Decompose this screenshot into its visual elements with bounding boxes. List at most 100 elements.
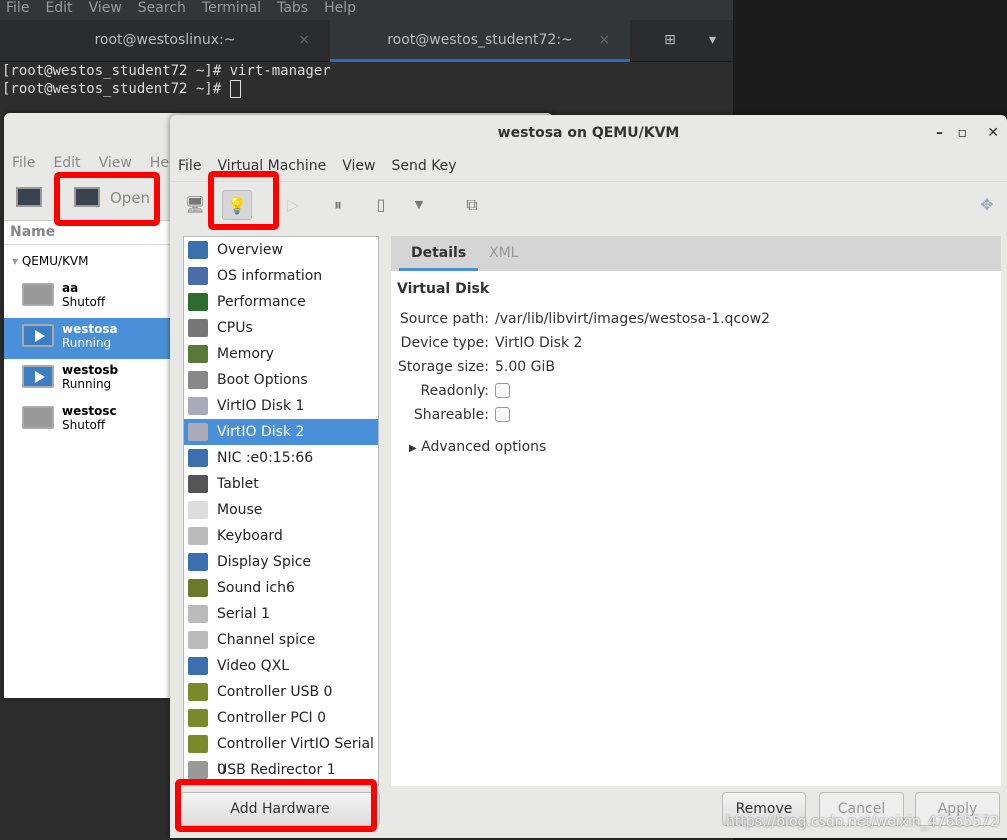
menu-view[interactable]: View xyxy=(89,0,122,20)
power-icon[interactable]: ▯ xyxy=(366,190,396,220)
cursor xyxy=(229,80,241,98)
hardware-item[interactable]: CPUs xyxy=(184,315,378,341)
terminal-line: [root@westos_student72 ~]# virt-manager xyxy=(2,63,331,79)
menu-send-key[interactable]: Send Key xyxy=(391,151,456,181)
hardware-label: Controller PCI 0 xyxy=(217,710,327,726)
chevron-down-icon[interactable]: ▾ xyxy=(700,20,725,62)
menu-file[interactable]: File xyxy=(12,149,35,177)
field-label: Shareable: xyxy=(413,407,489,423)
storage-size-row: Storage size: 5.00 GiB xyxy=(397,355,995,379)
hardware-icon xyxy=(188,397,208,415)
hardware-item[interactable]: OS information xyxy=(184,263,378,289)
hardware-label: Boot Options xyxy=(217,372,308,388)
hardware-item[interactable]: Display Spice xyxy=(184,549,378,575)
hardware-item[interactable]: Video QXL xyxy=(184,653,378,679)
terminal-tabbar: root@westoslinux:~ × root@westos_student7… xyxy=(0,20,733,62)
hardware-item[interactable]: Controller PCI 0 xyxy=(184,705,378,731)
hardware-icon xyxy=(188,553,208,571)
hardware-icon xyxy=(188,293,208,311)
new-tab-icon[interactable]: ⊞ xyxy=(655,20,685,62)
advanced-options-expander[interactable]: ▶ Advanced options xyxy=(397,439,995,455)
fullscreen-icon[interactable]: ✥ xyxy=(972,190,1002,220)
hardware-label: Display Spice xyxy=(217,554,312,570)
highlight-box xyxy=(175,779,377,832)
terminal-output[interactable]: [root@westos_student72 ~]# virt-manager [… xyxy=(2,62,331,98)
hardware-icon xyxy=(188,449,208,467)
title-bar[interactable]: westosa on QEMU/KVM – ▫ ✕ xyxy=(170,115,1007,151)
menu-help[interactable]: Help xyxy=(324,0,356,20)
hardware-item[interactable]: VirtIO Disk 1 xyxy=(184,393,378,419)
terminal-prompt: [root@westos_student72 ~]# xyxy=(2,81,230,97)
hardware-label: OS information xyxy=(217,268,323,284)
vm-menubar: File Virtual Machine View Send Key xyxy=(170,151,1007,181)
tab-westoslinux[interactable]: root@westoslinux:~ × xyxy=(0,20,330,62)
tab-label: root@westoslinux:~ xyxy=(94,32,236,48)
maximize-button[interactable]: ▫ xyxy=(958,115,968,151)
hardware-label: CPUs xyxy=(217,320,253,336)
field-label: Source path: xyxy=(399,311,489,327)
device-type-row: Device type: VirtIO Disk 2 xyxy=(397,331,995,355)
hardware-label: Overview xyxy=(217,242,283,258)
menu-search[interactable]: Search xyxy=(138,0,186,20)
hardware-item[interactable]: Performance xyxy=(184,289,378,315)
hardware-label: Channel spice xyxy=(217,632,316,648)
hardware-item[interactable]: Controller USB 0 xyxy=(184,679,378,705)
hardware-item[interactable]: Channel spice xyxy=(184,627,378,653)
close-tab-icon[interactable]: × xyxy=(598,20,610,60)
hardware-label: Performance xyxy=(217,294,306,310)
hardware-label: VirtIO Disk 1 xyxy=(217,398,305,414)
hardware-item[interactable]: Mouse xyxy=(184,497,378,523)
close-button[interactable]: ✕ xyxy=(987,115,999,151)
watermark: https://blog.csdn.net/weixin_47665572 xyxy=(725,814,999,830)
menu-file[interactable]: File xyxy=(6,0,29,20)
hardware-item[interactable]: Boot Options xyxy=(184,367,378,393)
readonly-checkbox[interactable] xyxy=(495,383,510,398)
expander-icon[interactable]: ▾ xyxy=(12,254,18,268)
console-monitor-icon[interactable]: 🖥 xyxy=(180,190,210,220)
menu-terminal[interactable]: Terminal xyxy=(202,0,261,20)
highlight-box xyxy=(208,171,279,230)
hardware-item[interactable]: NIC :e0:15:66 xyxy=(184,445,378,471)
hardware-icon xyxy=(188,631,208,649)
close-tab-icon[interactable]: × xyxy=(298,20,310,60)
hardware-icon xyxy=(188,761,208,779)
snapshots-icon[interactable]: ⧉ xyxy=(457,190,487,220)
terminal-menubar: File Edit View Search Terminal Tabs Help xyxy=(0,0,733,20)
hardware-item[interactable]: Tablet xyxy=(184,471,378,497)
tab-label: root@westos_student72:~ xyxy=(387,32,573,48)
hardware-label: NIC :e0:15:66 xyxy=(217,450,314,466)
hardware-item[interactable]: Controller VirtIO Serial 0 xyxy=(184,731,378,778)
readonly-row: Readonly: xyxy=(397,379,995,403)
tab-xml[interactable]: XML xyxy=(477,236,530,271)
menu-file[interactable]: File xyxy=(178,151,201,181)
hardware-item[interactable]: Sound ich6 xyxy=(184,575,378,601)
chevron-down-icon[interactable]: ▼ xyxy=(404,190,434,220)
tab-details[interactable]: Details xyxy=(399,236,479,271)
hardware-item[interactable]: Keyboard xyxy=(184,523,378,549)
hardware-item[interactable]: Memory xyxy=(184,341,378,367)
minimize-button[interactable]: – xyxy=(936,115,943,151)
new-vm-icon[interactable] xyxy=(16,187,42,207)
tab-westos-student72[interactable]: root@westos_student72:~ × xyxy=(330,20,630,62)
hardware-icon xyxy=(188,371,208,389)
source-path-value: /var/lib/libvirt/images/westosa-1.qcow2 xyxy=(495,311,771,327)
hardware-item[interactable]: Overview xyxy=(184,237,378,263)
hardware-label: Keyboard xyxy=(217,528,283,544)
shareable-checkbox[interactable] xyxy=(495,407,510,422)
menu-edit[interactable]: Edit xyxy=(45,0,72,20)
hardware-label: Tablet xyxy=(217,476,259,492)
run-icon[interactable]: ▷ xyxy=(278,190,308,220)
menu-view[interactable]: View xyxy=(342,151,375,181)
highlight-box xyxy=(54,172,160,226)
section-title: Virtual Disk xyxy=(397,281,490,297)
field-label: Device type: xyxy=(400,335,489,351)
pause-icon[interactable]: ⏸ xyxy=(323,190,353,220)
hardware-item[interactable]: Serial 1 xyxy=(184,601,378,627)
hardware-label: Video QXL xyxy=(217,658,290,674)
hardware-item[interactable]: VirtIO Disk 2 xyxy=(184,419,378,445)
device-type-value: VirtIO Disk 2 xyxy=(495,335,583,351)
menu-tabs[interactable]: Tabs xyxy=(277,0,308,20)
hardware-icon xyxy=(188,657,208,675)
hardware-icon xyxy=(188,423,208,441)
advanced-label: Advanced options xyxy=(421,439,547,455)
